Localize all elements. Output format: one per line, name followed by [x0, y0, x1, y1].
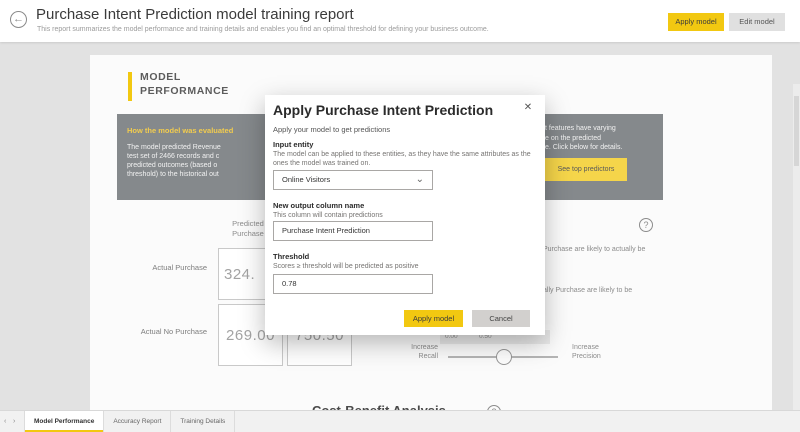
matrix-cell-value: 324.: [224, 266, 255, 283]
increase-recall-line1: Increase: [390, 343, 438, 352]
back-icon[interactable]: ←: [10, 11, 27, 28]
threshold-label: Threshold: [273, 252, 309, 261]
edit-model-button[interactable]: Edit model: [729, 13, 785, 31]
matrix-row2-label: Actual No Purchase: [107, 327, 207, 336]
tab-training-details[interactable]: Training Details: [171, 411, 235, 432]
banner-right-line: t features have varying: [545, 124, 622, 134]
banner-body-line: predicted outcomes (based o: [127, 161, 221, 170]
dialog-apply-model-button[interactable]: Apply model: [404, 310, 463, 327]
matrix-row1-label: Actual Purchase: [107, 263, 207, 272]
increase-recall-label: Increase Recall: [390, 343, 438, 361]
banner-body-line: The model predicted Revenue: [127, 143, 221, 152]
banner-heading: How the model was evaluated: [127, 126, 233, 135]
threshold-slider-handle[interactable]: [496, 349, 512, 365]
banner-body: The model predicted Revenue test set of …: [127, 143, 221, 179]
output-column-description: This column will contain predictions: [273, 211, 537, 220]
increase-precision-line1: Increase: [572, 343, 632, 352]
input-entity-dropdown[interactable]: Online Visitors ⌄: [273, 170, 433, 190]
input-entity-label: Input entity: [273, 140, 313, 149]
section-title: MODEL PERFORMANCE: [140, 70, 229, 98]
tab-model-performance[interactable]: Model Performance: [24, 411, 104, 432]
banner-right-line: e. Click below for details.: [545, 143, 622, 153]
input-entity-value: Online Visitors: [282, 175, 330, 184]
banner-body-line: test set of 2466 records and c: [127, 152, 221, 161]
tab-accuracy-report[interactable]: Accuracy Report: [104, 411, 171, 432]
dialog-cancel-button[interactable]: Cancel: [472, 310, 530, 327]
report-tab-bar: ‹ › Model Performance Accuracy Report Tr…: [0, 410, 800, 432]
close-icon[interactable]: ✕: [521, 101, 535, 115]
help-icon[interactable]: ?: [639, 218, 653, 232]
input-entity-description: The model can be applied to these entiti…: [273, 150, 537, 168]
output-column-label: New output column name: [273, 201, 364, 210]
section-title-line1: MODEL: [140, 70, 229, 84]
page-title: Purchase Intent Prediction model trainin…: [36, 6, 354, 23]
apply-model-button[interactable]: Apply model: [668, 13, 724, 31]
threshold-value: 0.78: [282, 279, 297, 288]
chevron-down-icon: ⌄: [416, 171, 424, 188]
dialog-subtitle: Apply your model to get predictions: [273, 125, 390, 134]
scrollbar-thumb[interactable]: [794, 96, 799, 166]
banner-right-line: e on the predicted: [545, 134, 622, 144]
tab-next-icon[interactable]: ›: [13, 418, 15, 425]
increase-recall-line2: Recall: [390, 352, 438, 361]
prediction-note-line1: Purchase are likely to actually be: [543, 246, 645, 253]
report-tabs: Model Performance Accuracy Report Traini…: [24, 411, 235, 432]
section-title-line2: PERFORMANCE: [140, 84, 229, 98]
output-column-input[interactable]: Purchase Intent Prediction: [273, 221, 433, 241]
page-subtitle: This report summarizes the model perform…: [37, 26, 489, 33]
apply-model-dialog: Apply Purchase Intent Prediction ✕ Apply…: [265, 95, 545, 335]
increase-precision-label: Increase Precision: [572, 343, 632, 361]
increase-precision-line2: Precision: [572, 352, 632, 361]
vertical-scrollbar[interactable]: [793, 84, 800, 432]
report-header: ← Purchase Intent Prediction model train…: [0, 0, 800, 42]
threshold-description: Scores ≥ threshold will be predicted as …: [273, 262, 537, 271]
threshold-input[interactable]: 0.78: [273, 274, 433, 294]
banner-body-line: threshold) to the historical out: [127, 170, 221, 179]
dialog-title: Apply Purchase Intent Prediction: [273, 102, 493, 118]
see-top-predictors-button[interactable]: See top predictors: [545, 158, 627, 181]
output-column-value: Purchase Intent Prediction: [282, 226, 370, 235]
tab-prev-icon[interactable]: ‹: [4, 418, 6, 425]
banner-right-text: t features have varying e on the predict…: [545, 124, 622, 153]
prediction-note-line2: ally Purchase are likely to be: [543, 287, 632, 294]
section-accent-bar: [128, 72, 132, 101]
